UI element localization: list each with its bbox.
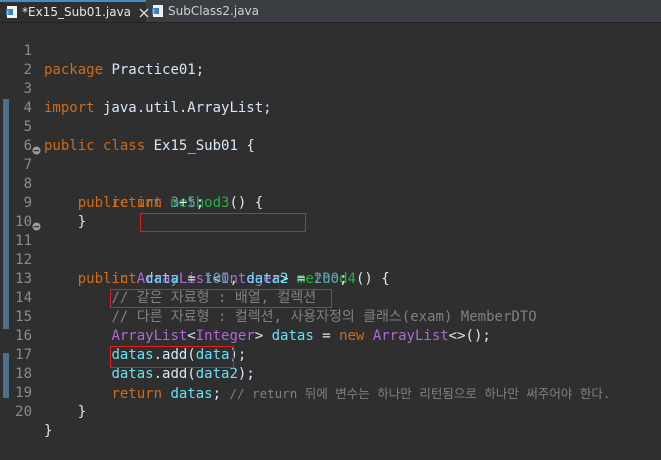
code-line: 16 datas.add(data); xyxy=(0,308,661,363)
tab-ex15-sub01[interactable]: J *Ex15_Sub01.java xyxy=(0,0,149,22)
highlight-box-declaration xyxy=(110,289,332,308)
code-line: 10 xyxy=(0,194,661,230)
java-file-icon: J xyxy=(152,5,164,17)
code-line: 12 int data = 100, data2 = 200; xyxy=(0,232,661,287)
code-line: 3 import java.util.ArrayList; xyxy=(0,61,661,116)
code-line: 1 package Practice01; xyxy=(0,23,661,78)
fold-minus-icon[interactable] xyxy=(32,218,41,231)
code-line: 14 // 다른 자료형 : 컬렉션, 사용자정의 클래스(exam) Memb… xyxy=(0,270,661,325)
code-line: 18 return datas; // return 뒤에 변수는 하나만 리턴… xyxy=(0,346,661,402)
highlight-box-return xyxy=(110,346,234,368)
editor-tab-bar: J *Ex15_Sub01.java J SubClass2.java xyxy=(0,0,661,23)
svg-text:J: J xyxy=(152,9,155,16)
code-line: 5 public class Ex15_Sub01 { xyxy=(0,99,661,154)
tab-label: SubClass2.java xyxy=(168,4,260,18)
fold-minus-icon[interactable] xyxy=(32,142,41,155)
code-line: 19 } xyxy=(0,365,661,420)
code-text: } xyxy=(44,423,53,439)
code-line: 6 xyxy=(0,118,661,154)
tab-label: *Ex15_Sub01.java xyxy=(22,5,132,19)
tab-subclass2[interactable]: J SubClass2.java xyxy=(146,0,296,22)
svg-text:J: J xyxy=(6,10,9,17)
code-line: 17 datas.add(data2); xyxy=(0,327,661,382)
code-line: 20 } xyxy=(0,384,661,439)
code-line: 8 return 3+5; xyxy=(0,156,661,211)
code-line: 11 public ArrayList<Integer> method4() { xyxy=(0,213,661,287)
code-line: 13 // 같은 자료형 : 배열, 컬렉션 xyxy=(0,251,661,306)
code-line: 4 xyxy=(0,80,661,116)
code-line: 7 public int method3() { xyxy=(0,137,661,211)
java-file-icon: J xyxy=(6,6,18,18)
code-line: 9 } xyxy=(0,175,661,230)
code-text: } xyxy=(77,404,87,420)
highlight-box-return-type xyxy=(140,213,306,232)
code-line: 2 xyxy=(0,42,661,78)
code-editor[interactable]: 1 package Practice01; 2 3 import java.ut… xyxy=(0,23,661,439)
